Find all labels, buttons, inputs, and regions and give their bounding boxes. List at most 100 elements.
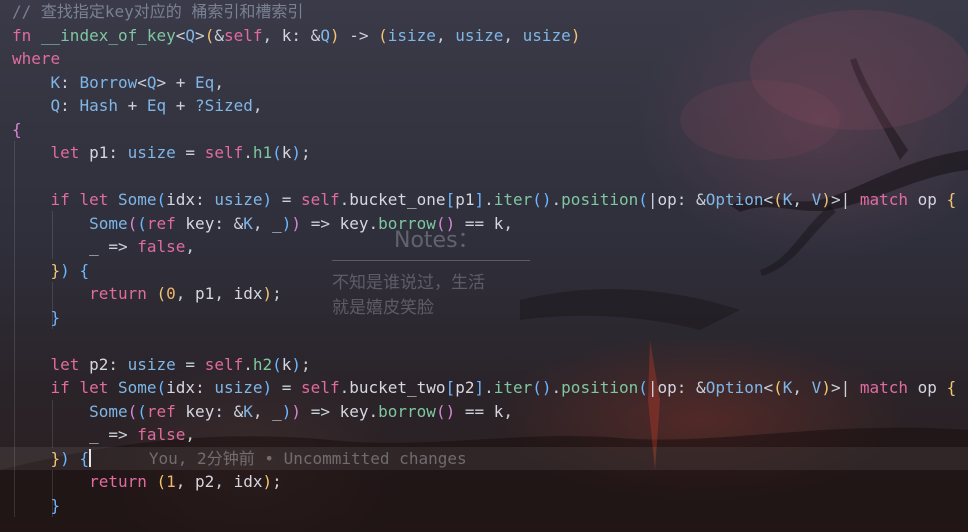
type: usize [214,378,263,397]
function-name: h1 [252,143,273,162]
code-line[interactable]: K: Borrow<Q> + Eq, [0,71,968,95]
function-name: borrow [378,213,436,233]
type: Q [50,96,61,115]
identifier: op [657,190,677,209]
type: Some [117,378,157,397]
identifier: p1 [89,143,109,162]
type: K [243,401,253,421]
identifier: p1 [195,284,215,303]
code-line[interactable]: _ => false, [0,423,968,447]
type: V [811,190,822,209]
type: Option [705,378,764,397]
type: Some [89,401,128,421]
code-comment: // 查找指定key对应的 桶索引和槽索引 [12,2,304,21]
type: usize [455,25,504,45]
identifier: p2 [455,378,475,397]
code-line[interactable] [0,329,968,353]
function-name: iter [493,378,533,397]
type: Some [117,190,157,209]
keyword: fn [12,25,32,45]
code-area[interactable]: // 查找指定key对应的 桶索引和槽索引 fn __index_of_key<… [0,0,968,517]
code-line[interactable]: let p1: usize = self.h1(k); [0,141,968,165]
code-line[interactable]: }) { [0,259,968,283]
literal: false [137,425,186,444]
identifier: op [917,190,937,209]
code-line[interactable]: Q: Hash + Eq + ?Sized, [0,94,968,118]
keyword: self [301,378,340,397]
identifier: bucket_one [349,190,446,209]
identifier: idx [166,378,196,397]
keyword: let [50,143,80,162]
type: K [50,72,61,92]
type: usize [522,25,571,45]
code-line[interactable]: _ => false, [0,235,968,259]
keyword: self [204,354,244,374]
code-editor[interactable]: Notes： 不知是谁说过，生活 就是嬉皮笑脸 // 查找指定key对应的 桶索… [0,0,968,532]
identifier: k [493,213,504,233]
keyword: let [79,378,109,397]
identifier: key [185,401,215,421]
type: Eq [146,96,167,115]
code-line[interactable]: where [0,47,968,71]
type: K [243,213,253,233]
keyword: self [301,190,340,209]
code-line[interactable] [0,165,968,189]
type: Borrow [79,72,138,92]
type: usize [127,143,176,162]
code-line[interactable]: // 查找指定key对应的 桶索引和槽索引 [0,0,968,24]
keyword: return [89,284,147,303]
keyword: ref [146,401,176,421]
code-line[interactable]: Some((ref key: &K, _)) => key.borrow() =… [0,212,968,236]
identifier: key [185,213,215,233]
function-name: __index_of_key [40,25,176,45]
code-line[interactable]: let p2: usize = self.h2(k); [0,353,968,377]
code-line[interactable]: Some((ref key: &K, _)) => key.borrow() =… [0,400,968,424]
code-line[interactable]: if let Some(idx: usize) = self.bucket_tw… [0,376,968,400]
function-name: borrow [378,401,436,421]
function-name: position [561,378,639,397]
code-line[interactable]: } [0,494,968,518]
keyword: return [89,472,147,491]
code-line[interactable]: fn __index_of_key<Q>(&self, k: &Q) -> (i… [0,24,968,48]
identifier: p2 [195,472,215,491]
keyword: if [50,190,70,209]
type: isize [387,25,436,45]
type: Q [320,25,330,45]
function-name: h2 [252,354,273,374]
git-blame-annotation: You, 2分钟前 • Uncommitted changes [148,448,467,468]
code-line[interactable]: { [0,118,968,142]
identifier: idx [166,190,196,209]
type: K [782,190,793,209]
identifier: bucket_two [349,378,446,397]
identifier: idx [233,472,263,491]
code-line[interactable]: return (1, p2, idx); [0,470,968,494]
type: usize [127,354,176,374]
identifier: p2 [89,354,109,374]
number-literal: 1 [166,472,176,491]
code-line[interactable]: if let Some(idx: usize) = self.bucket_on… [0,188,968,212]
identifier: key [339,213,369,233]
type: Eq [195,72,215,92]
identifier: key [339,401,369,421]
identifier: op [657,378,677,397]
keyword: match [859,378,909,397]
type: ?Sized [195,96,253,115]
type: Option [705,190,764,209]
keyword: where [12,49,61,68]
type: usize [214,190,263,209]
keyword: self [204,143,244,162]
code-line[interactable]: return (0, p1, idx); [0,282,968,306]
code-line[interactable]: } [0,306,968,330]
type: Some [89,213,128,233]
type: K [782,378,793,397]
identifier: k [493,401,504,421]
identifier: p1 [455,190,475,209]
identifier: k [281,354,292,374]
keyword: ref [146,213,176,233]
text-cursor [89,448,92,467]
keyword: let [79,190,109,209]
identifier: idx [233,284,263,303]
literal: false [137,237,186,256]
current-line[interactable]: }) { You, 2分钟前 • Uncommitted changes [0,446,968,470]
type: Q [146,72,157,92]
